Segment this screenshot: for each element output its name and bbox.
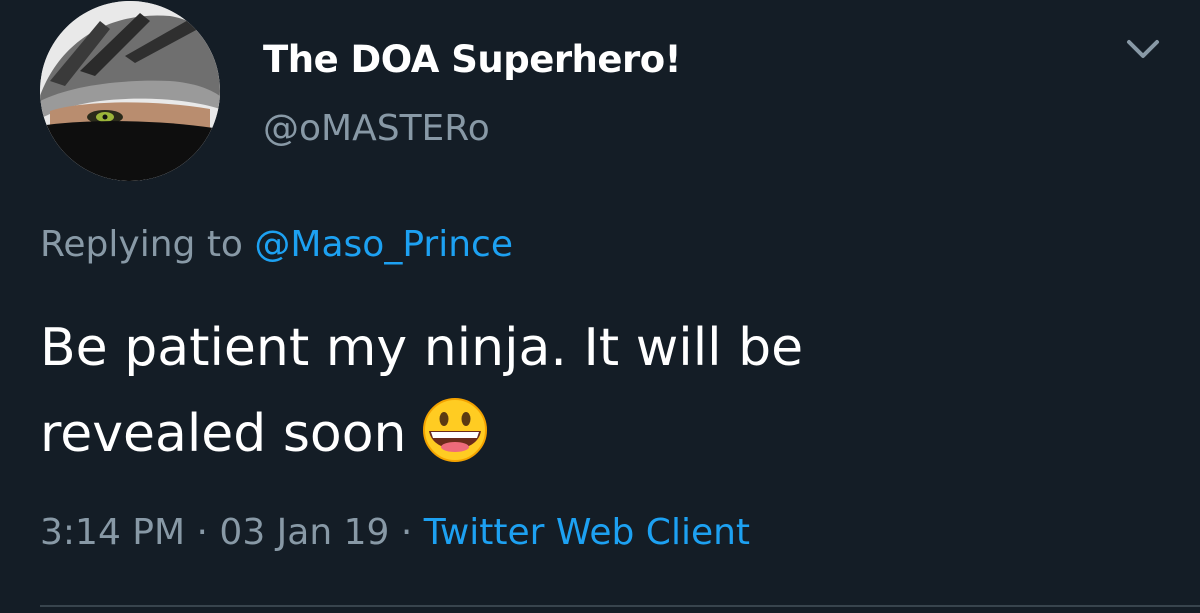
- tweet-text-line-2: revealed soon: [40, 404, 407, 464]
- tweet-client-link[interactable]: Twitter Web Client: [424, 512, 750, 553]
- replying-to-label: Replying to: [40, 224, 243, 265]
- meta-separator: ·: [400, 512, 413, 553]
- tweet-detail: The DOA Superhero! @oMASTERo Replying to…: [0, 0, 1200, 613]
- tweet-meta-line: 3:14 PM · 03 Jan 19 · Twitter Web Client: [40, 512, 750, 553]
- meta-separator: ·: [196, 512, 208, 553]
- grinning-face-emoji-icon: [413, 397, 497, 463]
- tweet-time[interactable]: 3:14 PM: [40, 512, 185, 553]
- tweet-text-line-1: Be patient my ninja. It will be: [40, 318, 804, 378]
- replying-to-mention-link[interactable]: @Maso_Prince: [254, 224, 513, 265]
- tweet-menu-button[interactable]: [1123, 34, 1163, 64]
- ninja-avatar-icon: [40, 1, 220, 181]
- author-avatar[interactable]: [40, 1, 220, 181]
- tweet-text: Be patient my ninja. It will be revealed…: [40, 305, 1150, 477]
- replying-to-line: Replying to @Maso_Prince: [40, 224, 513, 265]
- author-display-name[interactable]: The DOA Superhero!: [263, 38, 682, 81]
- chevron-down-icon: [1127, 40, 1159, 58]
- author-handle[interactable]: @oMASTERo: [263, 108, 490, 149]
- divider: [40, 605, 1200, 607]
- tweet-date[interactable]: 03 Jan 19: [219, 512, 389, 553]
